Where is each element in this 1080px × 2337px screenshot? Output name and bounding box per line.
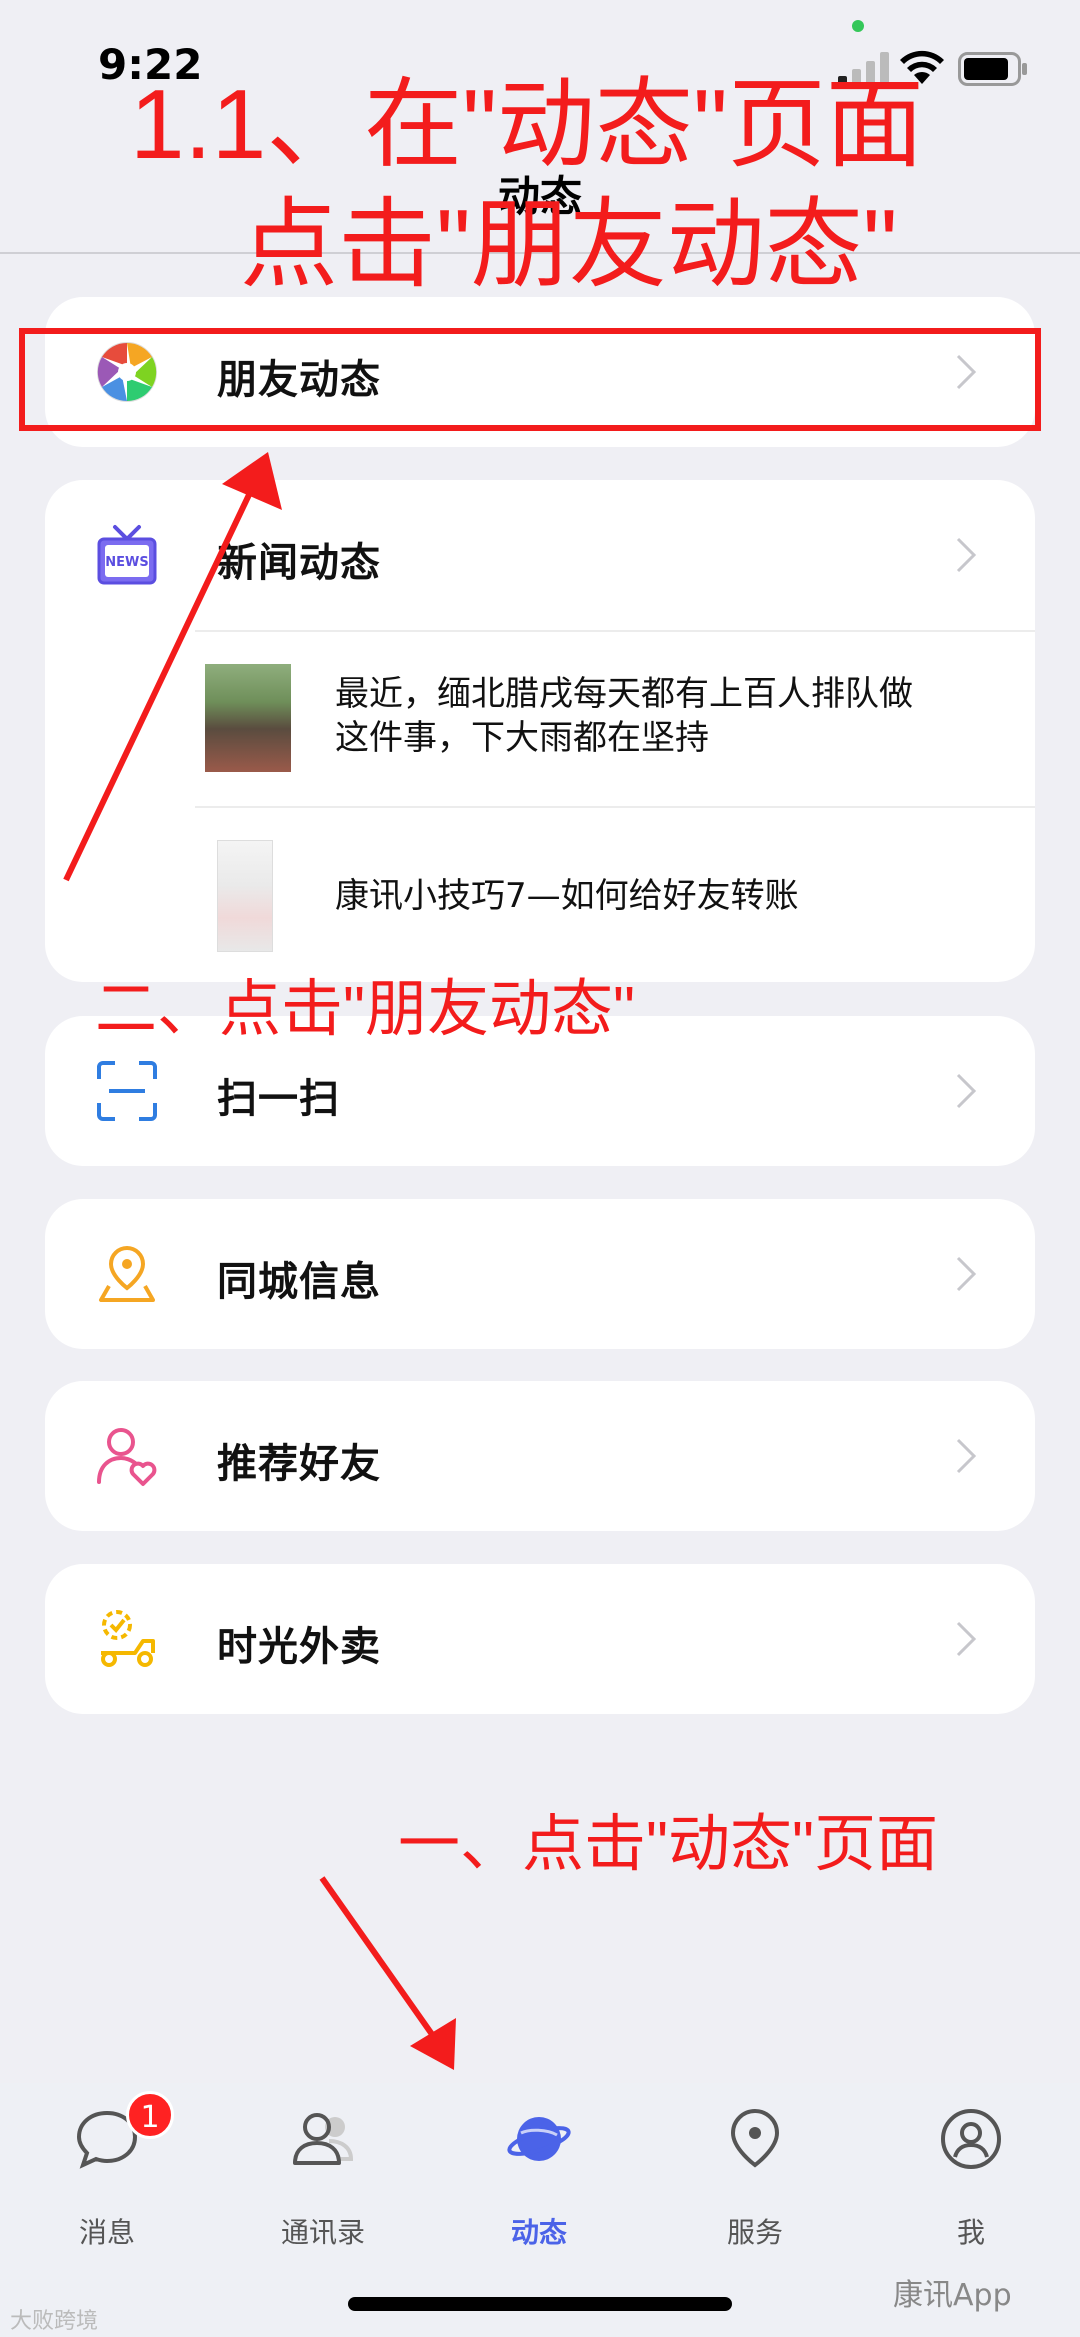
city-info-row[interactable]: 同城信息 [45, 1199, 1035, 1349]
news-title: 康讯小技巧7—如何给好友转账 [335, 874, 995, 918]
profile-icon [941, 2109, 1001, 2169]
tab-contacts[interactable]: 通讯录 [248, 2107, 398, 2287]
recommend-friends-row[interactable]: 推荐好友 [45, 1381, 1035, 1531]
planet-icon [507, 2117, 571, 2161]
tab-label: 服务 [726, 2216, 783, 2249]
annotation-step-1-1-line2: 点击"朋友动态" [240, 189, 898, 299]
svg-text:NEWS: NEWS [105, 555, 148, 570]
tab-messages[interactable]: 1 消息 [32, 2091, 182, 2287]
tab-moments[interactable]: 动态 [464, 2107, 614, 2287]
tab-me[interactable]: 我 [896, 2107, 1046, 2287]
news-card: NEWS 新闻动态 最近，缅北腊戌每天都有上百人排队做 这件事，下大雨都在坚持 … [45, 480, 1035, 982]
news-label: 新闻动态 [217, 540, 381, 586]
chevron-right-icon [956, 1073, 977, 1109]
annotation-step-1-1: 1.1、在"动态"页面 [130, 69, 924, 179]
watermark-right: 康讯App [893, 2278, 1012, 2313]
city-info-label: 同城信息 [217, 1259, 381, 1305]
chevron-right-icon [956, 1621, 977, 1657]
chevron-right-icon [956, 1256, 977, 1292]
tab-services[interactable]: 服务 [680, 2107, 830, 2287]
news-item[interactable]: 康讯小技巧7—如何给好友转账 [195, 808, 1035, 983]
scan-icon [97, 1061, 157, 1121]
delivery-scooter-icon [101, 1610, 155, 1667]
privacy-indicator-icon [852, 20, 864, 32]
city-info-card[interactable]: 同城信息 [45, 1199, 1035, 1349]
annotation-step-2: 二、点击"朋友动态" [95, 975, 636, 1044]
news-title-line: 这件事，下大雨都在坚持 [335, 718, 709, 758]
chevron-right-icon [956, 537, 977, 573]
news-row[interactable]: NEWS 新闻动态 [45, 480, 1035, 630]
tab-label: 通讯录 [280, 2216, 365, 2249]
news-title: 最近，缅北腊戌每天都有上百人排队做 这件事，下大雨都在坚持 [335, 672, 995, 760]
news-title-line: 最近，缅北腊戌每天都有上百人排队做 [335, 674, 913, 714]
scan-label: 扫一扫 [217, 1076, 340, 1122]
location-pin-icon [730, 2108, 780, 2168]
annotation-step-1: 一、点击"动态"页面 [398, 1810, 939, 1879]
news-thumbnail [217, 840, 273, 952]
watermark-left: 大败跨境 [10, 2309, 99, 2334]
user-heart-icon [97, 1428, 157, 1486]
highlight-box-friends-moments [19, 328, 1041, 431]
tab-label: 动态 [510, 2216, 567, 2249]
takeout-card[interactable]: 时光外卖 [45, 1564, 1035, 1714]
home-indicator [348, 2297, 732, 2311]
tab-label: 消息 [78, 2216, 135, 2249]
recommend-friends-label: 推荐好友 [217, 1441, 381, 1487]
chevron-right-icon [956, 1438, 977, 1474]
news-title-line: 康讯小技巧7—如何给好友转账 [335, 876, 799, 916]
news-item[interactable]: 最近，缅北腊戌每天都有上百人排队做 这件事，下大雨都在坚持 [195, 632, 1035, 807]
tv-news-icon: NEWS [97, 525, 157, 585]
location-pin-icon [99, 1245, 155, 1302]
tab-label: 我 [956, 2216, 985, 2249]
takeout-row[interactable]: 时光外卖 [45, 1564, 1035, 1714]
takeout-label: 时光外卖 [217, 1624, 381, 1670]
recommend-friends-card[interactable]: 推荐好友 [45, 1381, 1035, 1531]
unread-badge: 1 [126, 2091, 174, 2139]
battery-icon [958, 52, 1027, 86]
news-thumbnail [205, 664, 291, 772]
arrow-to-moments-tab [319, 1876, 456, 2070]
contacts-icon [293, 2113, 354, 2165]
